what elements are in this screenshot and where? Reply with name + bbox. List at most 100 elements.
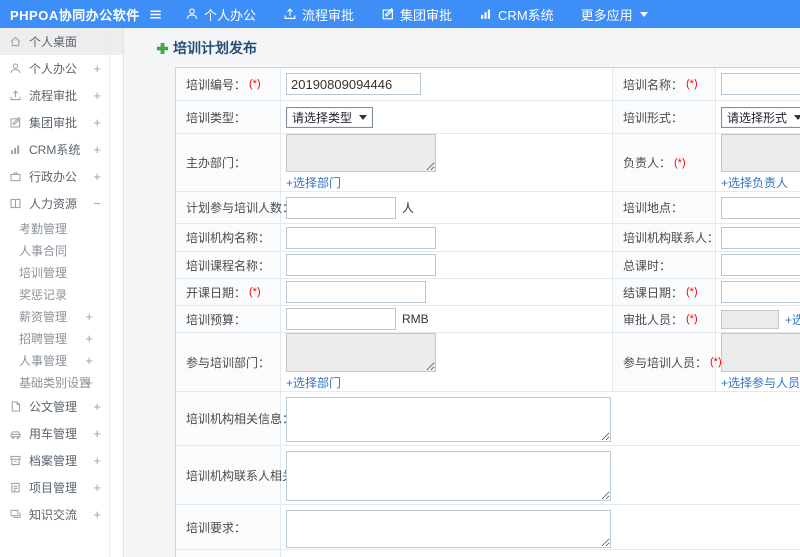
expand-plus[interactable]: + — [93, 453, 101, 468]
budget-input[interactable] — [286, 308, 396, 330]
sidebar-item-label: 行政办公 — [29, 170, 78, 184]
expand-plus[interactable]: + — [93, 426, 101, 441]
sidebar-item-personal-office[interactable]: 个人办公 + — [0, 55, 123, 82]
sidebar-item-vehicle-management[interactable]: 用车管理 + — [0, 420, 123, 447]
sidebar-item-knowledge-exchange[interactable]: 知识交流 + — [0, 501, 123, 528]
participants-textarea[interactable] — [721, 333, 800, 372]
total-hours-input[interactable] — [721, 254, 800, 276]
training-name-input[interactable] — [721, 73, 800, 95]
nav-crm-system[interactable]: CRM系统 — [479, 5, 554, 24]
sidebar-item-personal-desktop[interactable]: 个人桌面 — [0, 28, 123, 55]
training-requirements-textarea[interactable] — [286, 510, 611, 548]
nav-label: 流程审批 — [302, 7, 355, 23]
sidebar-subitem-attendance[interactable]: 考勤管理 — [0, 217, 123, 239]
leader-textarea[interactable] — [721, 134, 800, 172]
upload-icon — [283, 7, 297, 21]
sidebar-item-label: 集团审批 — [29, 116, 78, 130]
form-row: 培训预算： RMB 审批人员：(*) +选择审批人员 — [176, 306, 800, 333]
field-label: 培训机构联系人： — [623, 231, 720, 245]
planned-participants-input[interactable] — [286, 196, 396, 219]
expand-plus[interactable]: + — [93, 88, 101, 103]
required-mark: (*) — [674, 156, 686, 169]
expand-plus[interactable]: + — [85, 331, 93, 346]
training-type-select[interactable]: 请选择类型 — [286, 106, 374, 128]
collapse-minus[interactable]: − — [93, 196, 101, 211]
approver-input[interactable] — [721, 309, 779, 329]
book-icon — [9, 197, 22, 210]
select-approver-link[interactable]: +选择审批人员 — [785, 311, 800, 328]
host-department-textarea[interactable] — [286, 134, 436, 172]
sidebar-subitem-training-management[interactable]: 培训管理 — [0, 261, 123, 283]
field-label: 培训预算： — [186, 312, 247, 327]
field-label: 培训要求： — [186, 520, 247, 535]
expand-plus[interactable]: + — [93, 115, 101, 130]
expand-plus[interactable]: + — [85, 353, 93, 368]
field-label: 参与培训部门： — [186, 355, 271, 370]
training-plan-form: 培训编号：(*) 培训名称：(*) 培训类型： 请选择类型 培训形式： 请选择形… — [175, 67, 800, 557]
field-label: 审批人员： — [623, 312, 684, 327]
expand-plus[interactable]: + — [93, 169, 101, 184]
sidebar-item-project-management[interactable]: 项目管理 + — [0, 474, 123, 501]
course-name-input[interactable] — [286, 254, 436, 276]
nav-label: CRM系统 — [498, 7, 554, 23]
form-row: 培训要求： — [176, 505, 800, 550]
org-info-textarea[interactable] — [286, 397, 611, 442]
training-org-name-input[interactable] — [286, 226, 436, 249]
select-leader-link[interactable]: +选择负责人 — [721, 174, 788, 191]
nav-workflow-approval[interactable]: 流程审批 — [283, 5, 354, 24]
sidebar-item-label: 项目管理 — [29, 481, 78, 495]
sidebar-subitem-personnel[interactable]: 人事管理 + — [0, 349, 123, 371]
sidebar-item-crm-system[interactable]: CRM系统 + — [0, 136, 123, 163]
start-date-input[interactable] — [286, 281, 426, 303]
expand-plus[interactable]: + — [93, 507, 101, 522]
sidebar-item-archive-management[interactable]: 档案管理 + — [0, 447, 123, 474]
sidebar-item-label: 个人办公 — [29, 62, 78, 76]
expand-plus[interactable]: + — [93, 399, 101, 414]
nav-more-apps[interactable]: 更多应用 — [581, 5, 648, 24]
hamburger-menu-button[interactable] — [148, 7, 163, 22]
briefcase-icon — [9, 170, 22, 183]
participating-departments-textarea[interactable] — [286, 333, 436, 372]
green-plus-icon — [157, 42, 168, 54]
training-org-contact-input[interactable] — [721, 226, 800, 249]
expand-plus[interactable]: + — [93, 142, 101, 157]
select-department-link[interactable]: +选择部门 — [286, 174, 341, 191]
page-title: 培训计划发布 — [157, 38, 800, 58]
expand-plus[interactable]: + — [93, 61, 101, 76]
sidebar-subitem-salary[interactable]: 薪资管理 + — [0, 305, 123, 327]
org-contact-info-textarea[interactable] — [286, 451, 611, 501]
form-row: 培训机构名称： 培训机构联系人： — [176, 224, 800, 252]
select-department-link[interactable]: +选择部门 — [286, 374, 341, 391]
sidebar-item-label: 知识交流 — [29, 508, 78, 522]
training-location-input[interactable] — [721, 196, 800, 219]
select-participants-link[interactable]: +选择参与人员 — [721, 374, 800, 391]
sidebar-subitem-recruitment[interactable]: 招聘管理 + — [0, 327, 123, 349]
expand-plus[interactable]: + — [85, 309, 93, 324]
field-label: 开课日期： — [186, 285, 247, 300]
bar-chart-icon — [479, 7, 493, 21]
nav-personal-office[interactable]: 个人办公 — [185, 5, 256, 24]
nav-group-approval[interactable]: 集团审批 — [381, 5, 452, 24]
top-navigation-bar: PHPOA协同办公软件 个人办公 流程审批 集团审批 CRM系统 更多应用 — [0, 0, 800, 28]
currency-suffix: RMB — [402, 312, 429, 326]
expand-plus[interactable]: + — [93, 480, 101, 495]
app-logo: PHPOA协同办公软件 — [10, 7, 140, 23]
field-label: 总课时： — [623, 258, 672, 273]
required-mark: (*) — [686, 313, 698, 325]
expand-plus[interactable]: + — [85, 375, 93, 390]
required-mark: (*) — [686, 286, 698, 298]
training-form-select[interactable]: 请选择形式 — [721, 106, 800, 128]
field-label: 培训机构名称： — [186, 231, 271, 245]
sidebar-item-document-management[interactable]: 公文管理 + — [0, 393, 123, 420]
sidebar-subitem-reward-punishment[interactable]: 奖惩记录 — [0, 283, 123, 305]
sidebar-item-label: 档案管理 — [29, 454, 78, 468]
sidebar-item-group-approval[interactable]: 集团审批 + — [0, 109, 123, 136]
sidebar-item-administrative-office[interactable]: 行政办公 + — [0, 163, 123, 190]
sidebar-subitem-base-category-settings[interactable]: 基础类别设置 + — [0, 371, 123, 393]
sidebar-item-human-resources[interactable]: 人力资源 − — [0, 190, 123, 217]
end-date-input[interactable] — [721, 281, 800, 303]
main-content: 培训计划发布 培训编号：(*) 培训名称：(*) 培训类型： 请选择类型 培训形… — [124, 28, 800, 557]
training-number-input[interactable] — [286, 73, 421, 95]
sidebar-item-workflow-approval[interactable]: 流程审批 + — [0, 82, 123, 109]
sidebar-subitem-hr-contract[interactable]: 人事合同 — [0, 239, 123, 261]
